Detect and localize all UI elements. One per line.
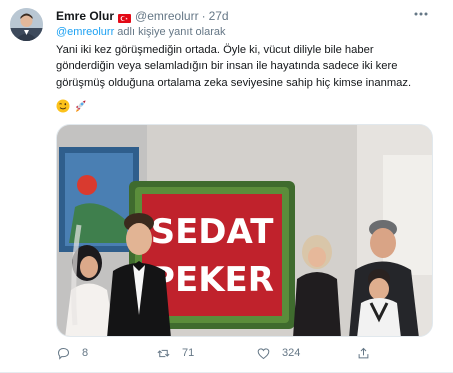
emoji-row <box>56 99 87 118</box>
author-name[interactable]: Emre Olur <box>56 9 114 23</box>
like-count: 324 <box>282 347 301 359</box>
share-button[interactable] <box>356 344 371 362</box>
separator-dot: · <box>201 9 206 23</box>
tweet-photo[interactable]: SEDAT PEKER <box>56 124 433 337</box>
reply-count: 8 <box>82 347 89 359</box>
sign-text-line-1: SEDAT <box>151 212 275 252</box>
retweet-count: 71 <box>182 347 195 359</box>
turkey-flag-icon <box>118 12 132 23</box>
avatar[interactable] <box>10 8 43 41</box>
reply-suffix: adlı kişiye yanıt olarak <box>117 26 226 38</box>
tweet-timestamp[interactable]: 27d <box>209 9 229 23</box>
share-icon <box>358 347 369 358</box>
like-button[interactable]: 324 <box>256 344 300 362</box>
reply-context: @emreolurr adlı kişiye yanıt olarak <box>56 26 226 38</box>
tweet-text: Yani iki kez görüşmediğin ortada. Öyle k… <box>56 42 436 91</box>
tweet-text-line: Yani iki kez görüşmediğin ortada. Öyle k… <box>56 44 374 56</box>
reply-to-handle[interactable]: @emreolurr <box>56 26 114 38</box>
retweet-icon <box>157 349 170 357</box>
reply-button[interactable]: 8 <box>56 344 88 362</box>
sign-text-line-2: PEKER <box>150 260 274 300</box>
rocket-icon <box>73 99 87 118</box>
retweet-button[interactable]: 71 <box>156 344 194 362</box>
tweet-header: Emre Olur @emreolurr · 27d <box>56 8 229 24</box>
reply-icon <box>57 347 70 360</box>
tweet-actions: 8 71 324 <box>56 344 436 362</box>
tweet-text-line: görüşmüş olduğuna ortalama zeka seviyesi… <box>56 76 412 89</box>
tweet[interactable]: Emre Olur @emreolurr · 27d @emreolurr ad… <box>0 0 453 373</box>
more-options-icon[interactable] <box>409 6 433 22</box>
heart-icon <box>257 347 270 359</box>
tweet-text-line: gönderdiğin veya selamladığın bir insan … <box>56 60 398 73</box>
winking-face-icon <box>56 99 70 118</box>
author-handle[interactable]: @emreolurr <box>135 9 199 23</box>
